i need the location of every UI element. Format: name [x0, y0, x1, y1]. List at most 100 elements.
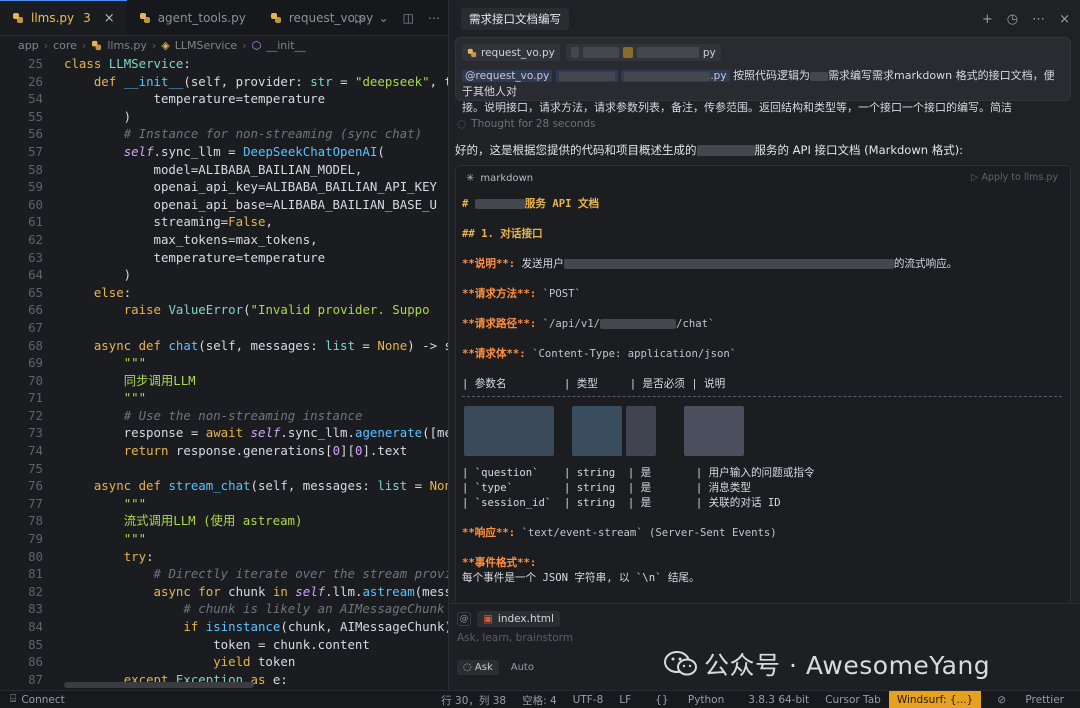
md-table-header: | 参数名 | 类型 | 是否必须 | 说明: [462, 378, 726, 390]
breadcrumb-item[interactable]: core: [53, 39, 77, 52]
code-line[interactable]: 56 # Instance for non-streaming (sync ch…: [0, 125, 448, 143]
code-line[interactable]: 73 response = await self.sync_llm.agener…: [0, 424, 448, 442]
code-lines[interactable]: 25 class LLMService: 26 def __init__(self,…: [0, 55, 448, 688]
user-message: request_vo.py py @request_vo.py .py 按照代码…: [455, 37, 1071, 114]
code-line[interactable]: 79 """: [0, 530, 448, 548]
code-line[interactable]: 78 流式调用LLM (使用 astream): [0, 512, 448, 530]
code-line[interactable]: 60 openai_api_base=ALIBABA_BAILIAN_BASE_…: [0, 196, 448, 214]
code-line[interactable]: 65 else:: [0, 284, 448, 302]
plus-icon[interactable]: +: [982, 12, 993, 27]
apply-button[interactable]: ▷ Apply to llms.py: [971, 172, 1058, 183]
file-mention[interactable]: @request_vo.py: [462, 70, 553, 82]
split-editor-icon[interactable]: ◫: [403, 11, 414, 25]
breadcrumb-item[interactable]: __init__: [266, 39, 305, 52]
chat-header-actions: + ◷ ⋯ ×: [982, 12, 1070, 27]
md-table-row: | `session_id` | string | 是 | 关联的对话 ID: [462, 497, 781, 509]
code-line[interactable]: 70 同步调用LLM: [0, 372, 448, 390]
code-text: openai_api_key=ALIBABA_BAILIAN_API_KEY: [64, 179, 437, 195]
status-left[interactable]: ⌸ Connect: [0, 693, 65, 706]
breadcrumb-item[interactable]: app: [18, 39, 39, 52]
horizontal-scrollbar[interactable]: [64, 682, 254, 688]
mode-selector[interactable]: ◌ Ask: [457, 660, 499, 675]
code-line[interactable]: 61 streaming=False,: [0, 213, 448, 231]
code-line[interactable]: 74 return response.generations[0][0].tex…: [0, 442, 448, 460]
chat-header: 需求接口文档编写 + ◷ ⋯ ×: [449, 0, 1080, 38]
code-line[interactable]: 63 temperature=temperature: [0, 249, 448, 267]
code-line[interactable]: 69 """: [0, 354, 448, 372]
code-line[interactable]: 76 async def stream_chat(self, messages:…: [0, 477, 448, 495]
tab-label: llms.py: [31, 11, 75, 25]
code-line[interactable]: 68 async def chat(self, messages: list =…: [0, 337, 448, 355]
code-line[interactable]: 80 try:: [0, 548, 448, 566]
code-line[interactable]: 81 # Directly iterate over the stream pr…: [0, 565, 448, 583]
line-number: 80: [28, 548, 43, 564]
line-number: 25: [28, 56, 43, 71]
code-line[interactable]: 71 """: [0, 389, 448, 407]
status-interpreter[interactable]: 3.8.3 64-bit: [740, 694, 817, 706]
code-line[interactable]: 55 ): [0, 108, 448, 126]
at-icon[interactable]: @: [457, 612, 471, 626]
more-icon[interactable]: ⋯: [1032, 12, 1045, 27]
line-number: 76: [28, 478, 43, 494]
code-line[interactable]: 54 temperature=temperature: [0, 90, 448, 108]
code-line[interactable]: 64 ): [0, 266, 448, 284]
status-cursor-tab[interactable]: Cursor Tab: [817, 694, 889, 706]
chat-input[interactable]: Ask, learn, brainstorm: [457, 632, 573, 644]
context-chip[interactable]: request_vo.py: [462, 44, 560, 61]
code-line[interactable]: 75: [0, 460, 448, 478]
breadcrumb-item[interactable]: llms.py: [107, 39, 147, 52]
breadcrumb-item[interactable]: LLMService: [175, 39, 237, 52]
chat-title[interactable]: 需求接口文档编写: [461, 8, 569, 30]
thought-indicator[interactable]: ◌ Thought for 28 seconds: [457, 118, 596, 130]
code-line[interactable]: 82 async for chunk in self.llm.astream(m…: [0, 583, 448, 601]
md-table-row: | `type` | string | 是 | 消息类型: [462, 482, 751, 494]
run-icon[interactable]: ▷: [355, 11, 364, 25]
md-response: **响应**: `text/event-stream` (Server-Sent…: [462, 525, 777, 540]
tab-llms-py[interactable]: llms.py 3 ×: [0, 0, 127, 35]
status-windsurf[interactable]: Windsurf: {...}: [888, 691, 982, 708]
status-indentation[interactable]: 空格: 4: [514, 693, 565, 708]
line-number: 55: [28, 108, 43, 124]
close-icon[interactable]: ×: [104, 11, 115, 26]
language-label: Python: [687, 694, 725, 706]
tab-agent-tools-py[interactable]: agent_tools.py: [127, 0, 258, 35]
code-text: response = await self.sync_llm.agenerate…: [64, 425, 448, 441]
status-cursor-position[interactable]: 行 30，列 38: [433, 693, 514, 708]
code-line[interactable]: 58 model=ALIBABA_BAILIAN_MODEL,: [0, 161, 448, 179]
attached-file[interactable]: @ ▣ index.html: [457, 611, 560, 627]
code-line[interactable]: 57 self.sync_llm = DeepSeekChatOpenAI(: [0, 143, 448, 161]
file-mention[interactable]: [555, 70, 618, 82]
code-line[interactable]: 67: [0, 319, 448, 337]
code-line[interactable]: 25 class LLMService:: [0, 55, 448, 73]
code-line[interactable]: 59 openai_api_key=ALIBABA_BAILIAN_API_KE…: [0, 178, 448, 196]
code-text: # Instance for non-streaming (sync chat): [123, 126, 423, 142]
code-line[interactable]: 72 # Use the non-streaming instance: [0, 407, 448, 425]
line-number: 75: [28, 460, 43, 476]
code-line[interactable]: 62 max_tokens=max_tokens,: [0, 231, 448, 249]
status-language[interactable]: {} Python: [639, 694, 740, 706]
code-line[interactable]: 85 token = chunk.content: [0, 636, 448, 654]
chat-mode-row: ◌ Ask Auto: [457, 660, 534, 675]
code-line[interactable]: 83 # chunk is likely an AIMessageChunk w: [0, 600, 448, 618]
file-mention[interactable]: .py: [621, 70, 730, 82]
more-icon[interactable]: ⋯: [428, 11, 440, 25]
chip-label: request_vo.py: [481, 46, 555, 59]
code-line[interactable]: 86 yield token: [0, 653, 448, 671]
status-eol[interactable]: LF: [611, 694, 639, 706]
code-line[interactable]: 26 def __init__(self, provider: str = "d…: [0, 73, 448, 91]
line-number: 59: [28, 179, 43, 195]
redacted-block: [572, 406, 622, 456]
context-chip[interactable]: py: [565, 44, 721, 61]
line-number: 56: [28, 126, 43, 142]
code-line[interactable]: 84 if isinstance(chunk, AIMessageChunk) …: [0, 618, 448, 636]
history-icon[interactable]: ◷: [1007, 12, 1018, 27]
file-chip[interactable]: ▣ index.html: [477, 611, 560, 627]
chevron-down-icon[interactable]: ⌄: [379, 11, 389, 25]
code-line[interactable]: 77 """: [0, 495, 448, 513]
code-line[interactable]: 66 raise ValueError("Invalid provider. S…: [0, 301, 448, 319]
python-file-icon: [139, 12, 150, 23]
model-selector[interactable]: Auto: [511, 662, 534, 673]
close-icon[interactable]: ×: [1059, 12, 1070, 27]
status-encoding[interactable]: UTF-8: [565, 694, 612, 706]
status-prettier[interactable]: ⊘ Prettier: [981, 694, 1080, 706]
